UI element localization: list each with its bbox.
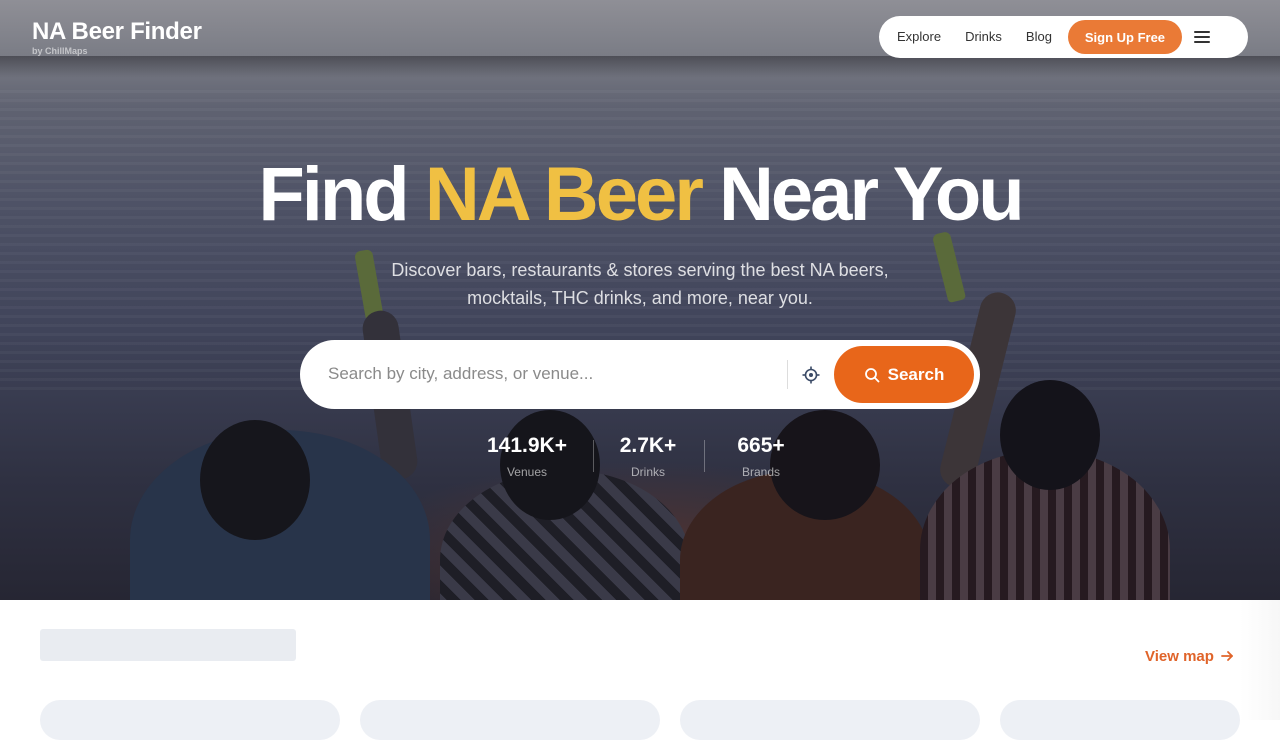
sign-up-button[interactable]: Sign Up Free — [1067, 20, 1182, 54]
search-button-label: Search — [887, 364, 945, 384]
stats-row: 141.9K+ Venues 2.7K+ Drinks 665+ Brands — [460, 432, 820, 482]
section-title-skeleton — [40, 629, 296, 661]
stat-divider — [593, 440, 594, 472]
nav-link-explore[interactable]: Explore — [885, 16, 953, 58]
search-divider — [787, 360, 788, 389]
stat-value: 141.9K+ — [487, 434, 567, 457]
search-bar: Search — [300, 340, 980, 409]
locate-icon[interactable] — [798, 362, 824, 388]
menu-icon[interactable] — [1193, 27, 1214, 47]
page-title: Find NA Beer Near You — [0, 150, 1280, 240]
stat-value: 665+ — [737, 434, 785, 457]
stat-label: Venues — [506, 465, 548, 479]
venue-card-skeleton — [40, 700, 340, 740]
arrow-right-icon — [1221, 651, 1233, 661]
nav-link-blog[interactable]: Blog — [1014, 16, 1064, 58]
search-input[interactable] — [328, 354, 778, 394]
venue-card-skeleton — [1000, 700, 1240, 740]
venues-section: View map — [0, 600, 1280, 740]
stat-label: Drinks — [630, 465, 665, 479]
hero-background-shoreline — [0, 56, 1280, 78]
nav-link-drinks[interactable]: Drinks — [953, 16, 1014, 58]
carousel-fade — [1240, 600, 1280, 720]
person-head — [200, 420, 310, 540]
hero-subheadline: Discover bars, restaurants & stores serv… — [391, 260, 889, 308]
brand-subtitle: by ChillMaps — [32, 46, 88, 56]
search-icon — [864, 367, 880, 382]
headline-start: Find — [258, 152, 409, 237]
search-button[interactable]: Search — [834, 346, 974, 403]
stat-brands: 665+ Brands — [721, 432, 801, 480]
person-head — [1000, 380, 1100, 490]
view-map-link[interactable]: View map — [1145, 646, 1234, 666]
view-map-label: View map — [1145, 647, 1214, 665]
stat-label: Brands — [741, 465, 781, 479]
stat-venues: 141.9K+ Venues — [482, 432, 572, 480]
brand-title: NA Beer Finder — [32, 18, 202, 45]
venue-card-skeleton — [360, 700, 660, 740]
hero-section: NA Beer Finder by ChillMaps Explore Drin… — [0, 0, 1280, 600]
stat-value: 2.7K+ — [619, 434, 677, 457]
headline-end: Near You — [719, 152, 1025, 237]
venue-card-skeleton — [680, 700, 980, 740]
brand-logo[interactable]: NA Beer Finder by ChillMaps — [32, 18, 202, 56]
stat-drinks: 2.7K+ Drinks — [608, 432, 688, 480]
stat-divider — [704, 440, 705, 472]
headline-accent: NA Beer — [424, 152, 704, 237]
top-nav: Explore Drinks Blog Sign Up Free — [879, 16, 1248, 58]
